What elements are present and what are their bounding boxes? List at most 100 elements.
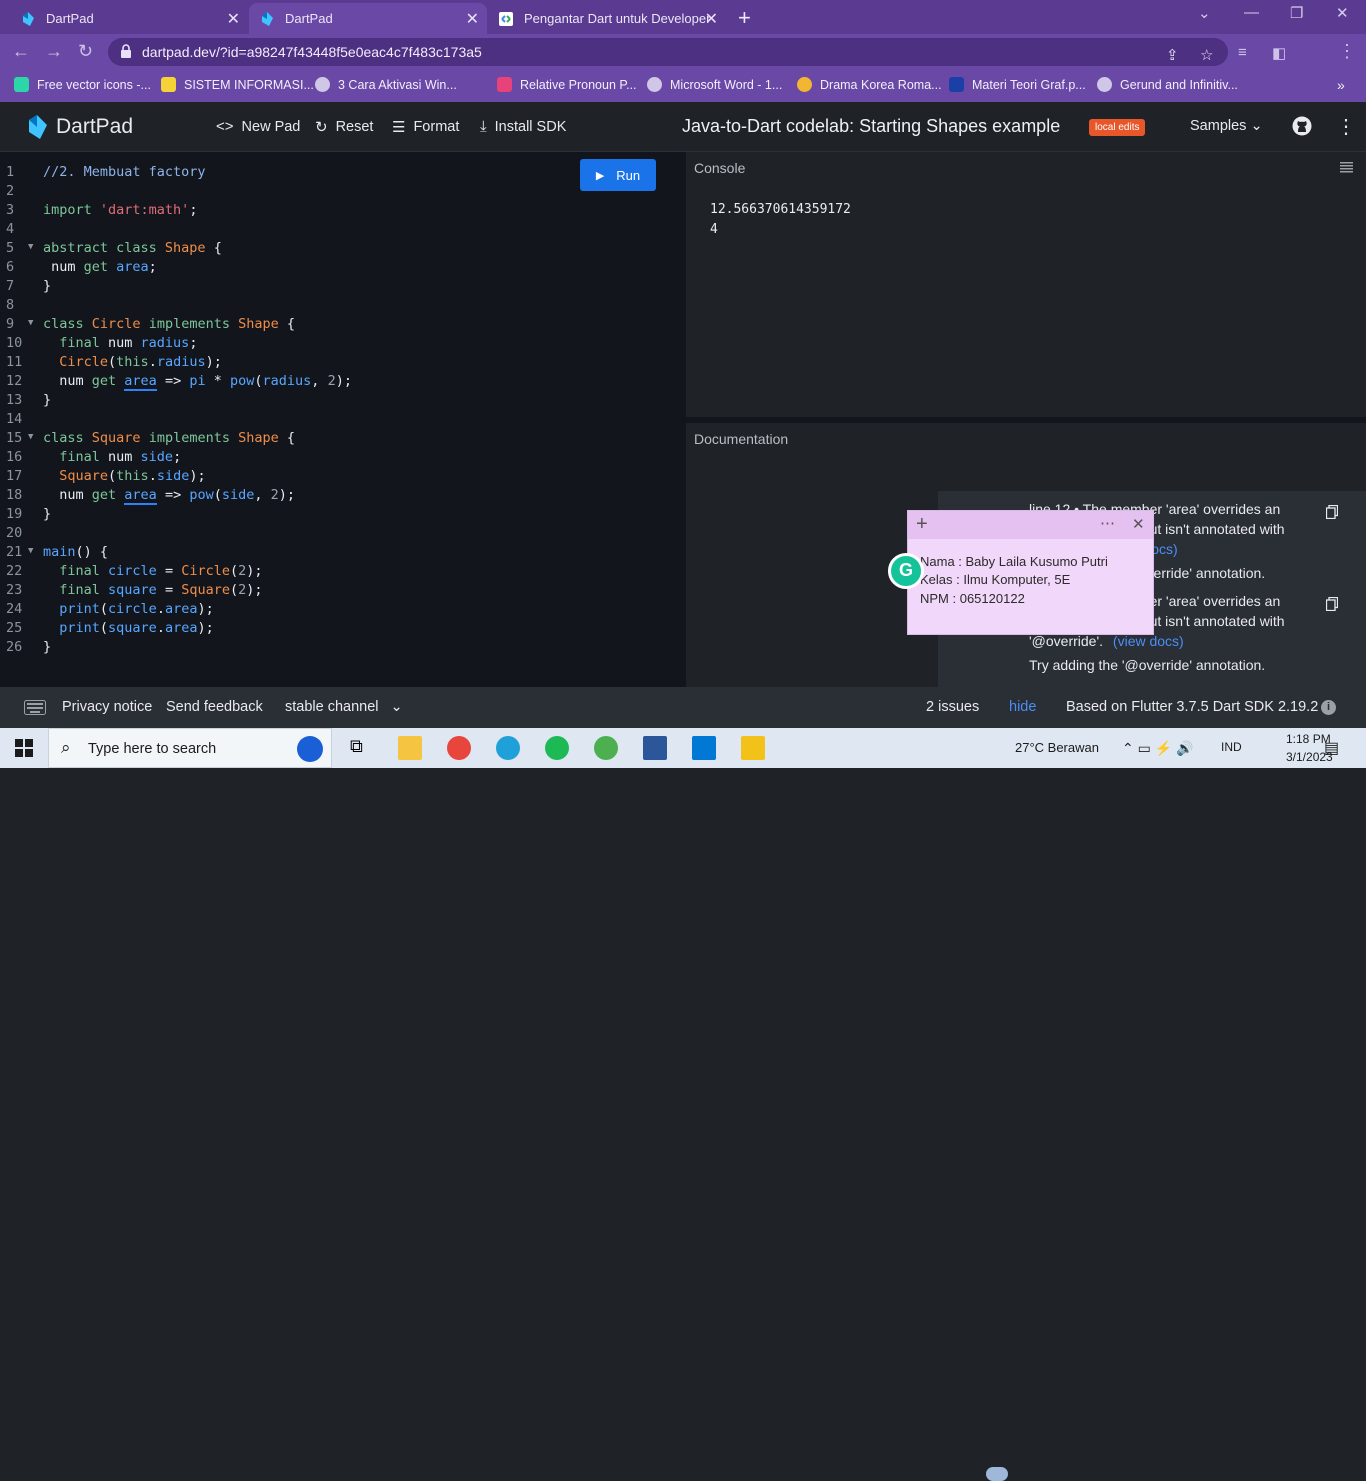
more-vert-icon[interactable]: ⋮ [1336,114,1356,139]
vscode-icon[interactable] [692,736,716,760]
code-line[interactable]: 2 [0,183,681,202]
code-line[interactable]: 21 ▼ main() { [0,544,681,563]
code-line[interactable]: 10 final num radius; [0,335,681,354]
tray-icons[interactable]: ⌃ ▭ ⚡ 🔊 [1122,740,1194,757]
info-icon[interactable]: i [1321,700,1336,715]
windows-start-icon[interactable] [12,736,36,760]
close-icon[interactable]: ✕ [466,9,479,29]
restore-button[interactable]: ❐ [1290,4,1303,22]
bookmark-item[interactable]: Relative Pronoun P... [497,77,637,92]
code-line[interactable]: 3 import 'dart:math'; [0,202,681,221]
share-icon[interactable]: ⇪ [1166,46,1179,64]
install-sdk-button[interactable]: ⤓ Install SDK [480,118,566,135]
browser-tab[interactable]: Pengantar Dart untuk Developer ✕ [488,3,726,34]
side-panel-icon[interactable]: ◧ [1272,44,1286,62]
code-line[interactable]: 20 [0,525,681,544]
back-button[interactable]: ← [12,41,30,62]
more-bookmarks-icon[interactable]: » [1337,77,1345,93]
code-line[interactable]: 9 ▼ class Circle implements Shape { [0,316,681,335]
file-explorer-icon[interactable] [398,736,422,760]
samples-dropdown[interactable]: Samples ⌄ [1190,118,1263,134]
star-icon[interactable]: ☆ [1200,46,1213,64]
send-feedback-link[interactable]: Send feedback [166,699,263,715]
more-vert-icon[interactable]: ⋮ [1338,41,1356,62]
add-note-icon[interactable]: + [916,513,928,536]
new-pad-button[interactable]: <> New Pad [216,118,300,135]
code-line[interactable]: 25 print(square.area); [0,620,681,639]
close-icon[interactable]: ✕ [227,9,240,29]
github-icon[interactable] [1292,116,1312,136]
sticky-note[interactable]: + ⋯ ✕ Nama : Baby Laila Kusumo Putri Kel… [907,510,1154,635]
chrome-icon[interactable] [447,736,471,760]
minimize-button[interactable]: — [1244,4,1259,21]
code-line[interactable]: 16 final num side; [0,449,681,468]
code-text: } [43,506,52,522]
clear-console-icon[interactable] [1340,162,1353,173]
bookmark-item[interactable]: Microsoft Word - 1... [647,77,782,92]
browser-tab[interactable]: DartPad ✕ [10,3,248,34]
chevron-down-icon[interactable]: ⌄ [1198,4,1211,22]
sticky-notes-icon[interactable] [741,736,765,760]
fold-arrow-icon[interactable]: ▼ [28,432,33,442]
close-icon[interactable]: ✕ [1132,515,1145,533]
chrome-profile-icon[interactable] [594,736,618,760]
window-close-button[interactable]: ✕ [1336,4,1349,22]
media-icon[interactable]: ≡ [1238,44,1247,61]
new-tab-button[interactable]: + [738,5,751,31]
reload-button[interactable]: ↻ [78,41,93,62]
reset-button[interactable]: ↻ Reset [315,118,373,136]
code-line[interactable]: 19} [0,506,681,525]
sticky-note-toolbar: + ⋯ ✕ [908,511,1153,539]
view-docs-link[interactable]: (view docs) [1113,633,1184,649]
code-line[interactable]: 18 num get area => pow(side, 2); [0,487,681,506]
fold-arrow-icon[interactable]: ▼ [28,242,33,252]
fold-arrow-icon[interactable]: ▼ [28,546,33,556]
forward-button[interactable]: → [45,41,63,62]
code-line[interactable]: 6 num get area; [0,259,681,278]
spotify-icon[interactable] [545,736,569,760]
fold-arrow-icon[interactable]: ▼ [28,318,33,328]
taskbar-search[interactable]: ⌕ Type here to search [48,728,332,768]
code-line[interactable]: 17 Square(this.side); [0,468,681,487]
close-icon[interactable]: ✕ [705,9,718,29]
code-line[interactable]: 4 [0,221,681,240]
edge-icon[interactable] [496,736,520,760]
address-bar[interactable]: dartpad.dev/?id=a98247f43448f5e0eac4c7f4… [108,38,1228,66]
code-line[interactable]: 26} [0,639,681,658]
notifications-icon[interactable]: ▤ [1324,738,1339,758]
word-icon[interactable] [643,736,667,760]
code-line[interactable]: 14 [0,411,681,430]
code-line[interactable]: 5 ▼ abstract class Shape { [0,240,681,259]
weather-text[interactable]: 27°C Berawan [1015,740,1099,755]
code-line[interactable]: 23 final square = Square(2); [0,582,681,601]
bookmark-item[interactable]: Materi Teori Graf.p... [949,77,1086,92]
code-editor[interactable]: ▶ Run 1//2. Membuat factory 2 3 import 'dart… [0,152,681,687]
bookmark-item[interactable]: SISTEM INFORMASI... [161,77,314,92]
hide-issues-link[interactable]: hide [1009,699,1036,715]
copy-icon[interactable] [1326,505,1338,519]
code-line[interactable]: 22 final circle = Circle(2); [0,563,681,582]
browser-tab-active[interactable]: DartPad ✕ [249,3,487,34]
language-indicator[interactable]: IND [1221,740,1242,754]
code-line[interactable]: 8 [0,297,681,316]
code-line[interactable]: 12 num get area => pi * pow(radius, 2); [0,373,681,392]
bookmark-item[interactable]: Gerund and Infinitiv... [1097,77,1238,92]
copy-icon[interactable] [1326,597,1338,611]
code-line[interactable]: 24 print(circle.area); [0,601,681,620]
format-button[interactable]: ☰ Format [392,118,459,136]
keyboard-icon[interactable] [24,700,46,715]
grammarly-icon[interactable]: G [888,553,924,589]
channel-dropdown[interactable]: stable channel ⌄ [285,699,403,715]
bookmark-item[interactable]: Drama Korea Roma... [797,77,942,92]
privacy-notice-link[interactable]: Privacy notice [62,699,152,715]
code-line[interactable]: 13} [0,392,681,411]
bookmark-item[interactable]: 3 Cara Aktivasi Win... [315,77,457,92]
code-line[interactable]: 15 ▼ class Square implements Shape { [0,430,681,449]
more-horiz-icon[interactable]: ⋯ [1100,514,1115,532]
task-view-icon[interactable]: ⧉ [350,736,374,760]
code-line[interactable]: 7} [0,278,681,297]
bing-icon[interactable] [297,736,323,762]
bookmark-item[interactable]: Free vector icons -... [14,77,151,92]
code-line[interactable]: 11 Circle(this.radius); [0,354,681,373]
code-line[interactable]: 1 //2. Membuat factory [0,164,681,183]
